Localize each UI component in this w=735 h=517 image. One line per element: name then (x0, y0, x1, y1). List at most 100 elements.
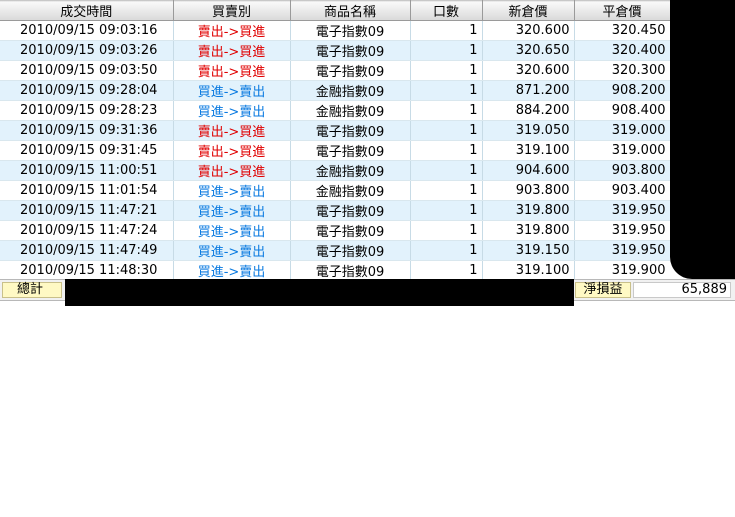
cell-trade-time: 2010/09/15 09:28:04 (0, 80, 174, 101)
cell-product-name: 金融指數09 (290, 100, 411, 121)
cell-open-price: 903.800 (482, 180, 575, 201)
cell-open-price: 319.050 (482, 120, 575, 141)
cell-close-price: 908.400 (574, 100, 670, 121)
table-row[interactable]: 2010/09/15 09:03:50 賣出->買進 電子指數09 1 320.600 3… (0, 60, 670, 81)
cell-open-price: 319.100 (482, 140, 575, 161)
cell-trade-time: 2010/09/15 11:48:30 (0, 260, 174, 279)
cell-product-name: 金融指數09 (290, 160, 411, 181)
total-label: 總計 (2, 282, 62, 298)
cell-trade-time: 2010/09/15 11:47:21 (0, 200, 174, 221)
table-row[interactable]: 2010/09/15 09:03:16 賣出->買進 電子指數09 1 320.600 3… (0, 20, 670, 41)
column-header-buy-sell[interactable]: 買賣別 (173, 0, 291, 21)
net-pl-label: 淨損益 (575, 282, 631, 298)
table-row[interactable]: 2010/09/15 11:48:30 買進->賣出 電子指數09 1 319.100 3… (0, 260, 670, 279)
table-body: 2010/09/15 09:03:16 賣出->買進 電子指數09 1 320.600 3… (0, 20, 670, 279)
cell-product-name: 電子指數09 (290, 60, 411, 81)
table-row[interactable]: 2010/09/15 11:01:54 買進->賣出 金融指數09 1 903.800 9… (0, 180, 670, 201)
cell-quantity: 1 (410, 240, 483, 261)
net-pl-value: 65,889 (633, 282, 731, 298)
cell-open-price: 904.600 (482, 160, 575, 181)
cell-buy-sell: 買進->賣出 (173, 240, 291, 261)
cell-open-price: 319.800 (482, 200, 575, 221)
cell-buy-sell: 賣出->買進 (173, 160, 291, 181)
table-row[interactable]: 2010/09/15 11:47:24 買進->賣出 電子指數09 1 319.800 3… (0, 220, 670, 241)
cell-close-price: 319.950 (574, 200, 670, 221)
cell-buy-sell: 賣出->買進 (173, 40, 291, 61)
column-header-product-name[interactable]: 商品名稱 (290, 0, 411, 21)
cell-quantity: 1 (410, 200, 483, 221)
cell-close-price: 320.450 (574, 20, 670, 41)
header-row: 成交時間 買賣別 商品名稱 口數 新倉價 平倉價 (0, 0, 670, 21)
column-header-close-price[interactable]: 平倉價 (574, 0, 670, 21)
cell-trade-time: 2010/09/15 11:00:51 (0, 160, 174, 181)
cell-product-name: 電子指數09 (290, 260, 411, 279)
cell-buy-sell: 買進->賣出 (173, 200, 291, 221)
cell-product-name: 金融指數09 (290, 80, 411, 101)
cell-quantity: 1 (410, 100, 483, 121)
cell-buy-sell: 買進->賣出 (173, 100, 291, 121)
cell-open-price: 320.650 (482, 40, 575, 61)
cell-trade-time: 2010/09/15 11:47:24 (0, 220, 174, 241)
cell-product-name: 電子指數09 (290, 140, 411, 161)
cell-quantity: 1 (410, 120, 483, 141)
redaction-block-bottom (65, 279, 574, 306)
table-row[interactable]: 2010/09/15 11:47:49 買進->賣出 電子指數09 1 319.150 3… (0, 240, 670, 261)
cell-trade-time: 2010/09/15 11:47:49 (0, 240, 174, 261)
cell-buy-sell: 賣出->買進 (173, 60, 291, 81)
trade-table: 成交時間 買賣別 商品名稱 口數 新倉價 平倉價 2010/09/15 09:0… (0, 0, 670, 279)
redaction-block-right (670, 0, 735, 279)
cell-buy-sell: 買進->賣出 (173, 80, 291, 101)
cell-trade-time: 2010/09/15 09:31:36 (0, 120, 174, 141)
column-header-quantity[interactable]: 口數 (410, 0, 483, 21)
table-row[interactable]: 2010/09/15 11:47:21 買進->賣出 電子指數09 1 319.800 3… (0, 200, 670, 221)
column-header-open-price[interactable]: 新倉價 (482, 0, 575, 21)
cell-close-price: 903.800 (574, 160, 670, 181)
cell-close-price: 319.900 (574, 260, 670, 279)
cell-product-name: 電子指數09 (290, 240, 411, 261)
cell-open-price: 319.800 (482, 220, 575, 241)
cell-quantity: 1 (410, 60, 483, 81)
cell-open-price: 320.600 (482, 60, 575, 81)
cell-close-price: 908.200 (574, 80, 670, 101)
cell-product-name: 金融指數09 (290, 180, 411, 201)
cell-quantity: 1 (410, 160, 483, 181)
cell-quantity: 1 (410, 140, 483, 161)
cell-open-price: 320.600 (482, 20, 575, 41)
cell-quantity: 1 (410, 80, 483, 101)
cell-trade-time: 2010/09/15 09:03:16 (0, 20, 174, 41)
cell-close-price: 319.000 (574, 140, 670, 161)
cell-trade-time: 2010/09/15 09:28:23 (0, 100, 174, 121)
table-row[interactable]: 2010/09/15 09:31:45 賣出->買進 電子指數09 1 319.100 3… (0, 140, 670, 161)
cell-product-name: 電子指數09 (290, 220, 411, 241)
cell-close-price: 320.400 (574, 40, 670, 61)
cell-trade-time: 2010/09/15 09:03:50 (0, 60, 174, 81)
table-row[interactable]: 2010/09/15 09:28:23 買進->賣出 金融指數09 1 884.200 9… (0, 100, 670, 121)
table-row[interactable]: 2010/09/15 09:03:26 賣出->買進 電子指數09 1 320.650 3… (0, 40, 670, 61)
trade-history-grid: 成交時間 買賣別 商品名稱 口數 新倉價 平倉價 2010/09/15 09:0… (0, 0, 670, 279)
table-row[interactable]: 2010/09/15 09:28:04 買進->賣出 金融指數09 1 871.200 9… (0, 80, 670, 101)
column-header-trade-time[interactable]: 成交時間 (0, 0, 174, 21)
cell-quantity: 1 (410, 40, 483, 61)
cell-buy-sell: 賣出->買進 (173, 140, 291, 161)
cell-product-name: 電子指數09 (290, 20, 411, 41)
cell-open-price: 884.200 (482, 100, 575, 121)
cell-trade-time: 2010/09/15 09:03:26 (0, 40, 174, 61)
cell-buy-sell: 賣出->買進 (173, 120, 291, 141)
cell-close-price: 903.400 (574, 180, 670, 201)
cell-open-price: 319.150 (482, 240, 575, 261)
cell-buy-sell: 賣出->買進 (173, 20, 291, 41)
cell-quantity: 1 (410, 20, 483, 41)
cell-close-price: 319.000 (574, 120, 670, 141)
cell-trade-time: 2010/09/15 09:31:45 (0, 140, 174, 161)
cell-quantity: 1 (410, 260, 483, 279)
cell-open-price: 871.200 (482, 80, 575, 101)
cell-trade-time: 2010/09/15 11:01:54 (0, 180, 174, 201)
cell-buy-sell: 買進->賣出 (173, 220, 291, 241)
cell-close-price: 319.950 (574, 220, 670, 241)
table-row[interactable]: 2010/09/15 09:31:36 賣出->買進 電子指數09 1 319.050 3… (0, 120, 670, 141)
cell-product-name: 電子指數09 (290, 200, 411, 221)
cell-buy-sell: 買進->賣出 (173, 180, 291, 201)
cell-close-price: 319.950 (574, 240, 670, 261)
cell-product-name: 電子指數09 (290, 40, 411, 61)
table-row[interactable]: 2010/09/15 11:00:51 賣出->買進 金融指數09 1 904.600 9… (0, 160, 670, 181)
